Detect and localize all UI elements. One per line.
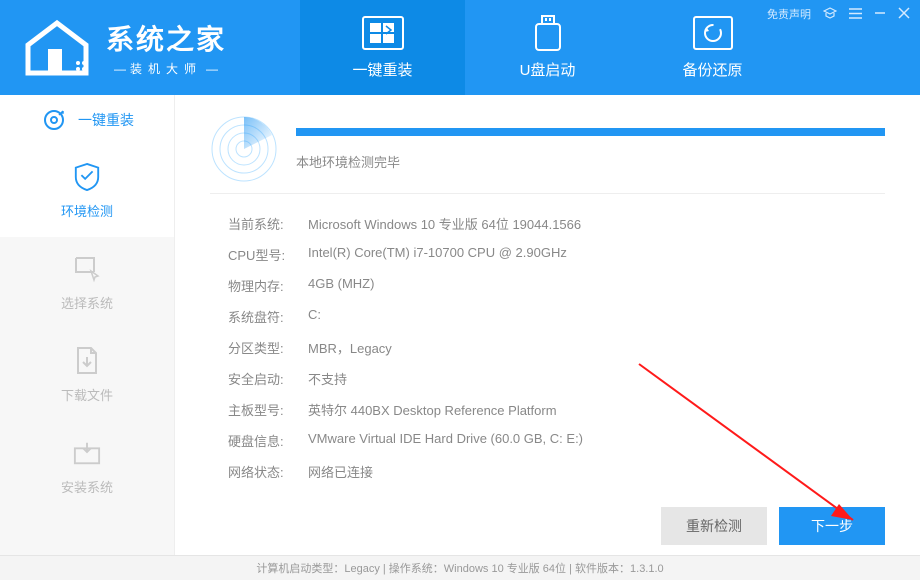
header: 系统之家 装机大师 一键重装 U盘启动 备份还原 免责声明	[0, 0, 920, 95]
disclaimer-link[interactable]: 免责声明	[767, 6, 811, 22]
sidebar-item-env-check[interactable]: 环境检测	[0, 145, 174, 237]
usb-icon	[526, 15, 570, 51]
shield-check-icon	[73, 163, 101, 191]
info-row-memory: 物理内存:4GB (MHZ)	[210, 270, 885, 301]
info-row-cpu: CPU型号:Intel(R) Core(TM) i7-10700 CPU @ 2…	[210, 239, 885, 270]
radar-icon	[210, 115, 278, 183]
window-controls: 免责声明	[767, 6, 910, 22]
tab-label: U盘启动	[520, 59, 576, 80]
info-row-system-drive: 系统盘符:C:	[210, 301, 885, 332]
minimize-icon[interactable]	[874, 7, 886, 22]
sidebar-item-label: 一键重装	[78, 110, 134, 130]
house-logo-icon	[18, 15, 96, 80]
info-row-motherboard: 主板型号:英特尔 440BX Desktop Reference Platfor…	[210, 394, 885, 425]
target-icon	[40, 106, 68, 134]
progress-status-text: 本地环境检测完毕	[296, 152, 885, 171]
logo-subtitle: 装机大师	[106, 60, 226, 77]
tab-reinstall[interactable]: 一键重装	[300, 0, 465, 95]
sidebar-item-label: 环境检测	[61, 201, 113, 220]
sidebar-item-reinstall[interactable]: 一键重装	[0, 95, 174, 145]
status-bar-text: 计算机启动类型：Legacy | 操作系统：Windows 10 专业版 64位…	[256, 560, 663, 576]
info-row-partition-type: 分区类型:MBR，Legacy	[210, 332, 885, 363]
sidebar-item-label: 安装系统	[61, 477, 113, 496]
select-icon	[73, 255, 101, 283]
info-row-disk: 硬盘信息:VMware Virtual IDE Hard Drive (60.0…	[210, 425, 885, 456]
system-info-list: 当前系统:Microsoft Windows 10 专业版 64位 19044.…	[210, 208, 885, 503]
recheck-button[interactable]: 重新检测	[661, 507, 767, 545]
sidebar-item-label: 选择系统	[61, 293, 113, 312]
tab-label: 一键重装	[352, 59, 412, 80]
sidebar-item-label: 下载文件	[61, 385, 113, 404]
download-file-icon	[73, 347, 101, 375]
main-panel: 本地环境检测完毕 当前系统:Microsoft Windows 10 专业版 6…	[175, 95, 920, 555]
logo-area: 系统之家 装机大师	[0, 0, 300, 95]
sidebar-item-select-system[interactable]: 选择系统	[0, 237, 174, 329]
menu-icon[interactable]	[849, 7, 862, 22]
install-box-icon	[73, 439, 101, 467]
info-row-network: 网络状态:网络已连接	[210, 456, 885, 487]
graduation-icon[interactable]	[823, 7, 837, 22]
sidebar-item-install[interactable]: 安装系统	[0, 421, 174, 513]
next-button[interactable]: 下一步	[779, 507, 885, 545]
info-row-secure-boot: 安全启动:不支持	[210, 363, 885, 394]
sidebar-item-download[interactable]: 下载文件	[0, 329, 174, 421]
sidebar: 一键重装 环境检测 选择系统 下载文件 安装系统	[0, 95, 175, 555]
tab-usb-boot[interactable]: U盘启动	[465, 0, 630, 95]
backup-icon	[691, 15, 735, 51]
progress-bar	[296, 128, 885, 136]
windows-reinstall-icon	[361, 15, 405, 51]
divider	[210, 193, 885, 194]
tab-label: 备份还原	[682, 59, 742, 80]
close-icon[interactable]	[898, 7, 910, 22]
logo-title: 系统之家	[106, 18, 226, 58]
status-bar: 计算机启动类型：Legacy | 操作系统：Windows 10 专业版 64位…	[0, 555, 920, 580]
info-row-current-os: 当前系统:Microsoft Windows 10 专业版 64位 19044.…	[210, 208, 885, 239]
